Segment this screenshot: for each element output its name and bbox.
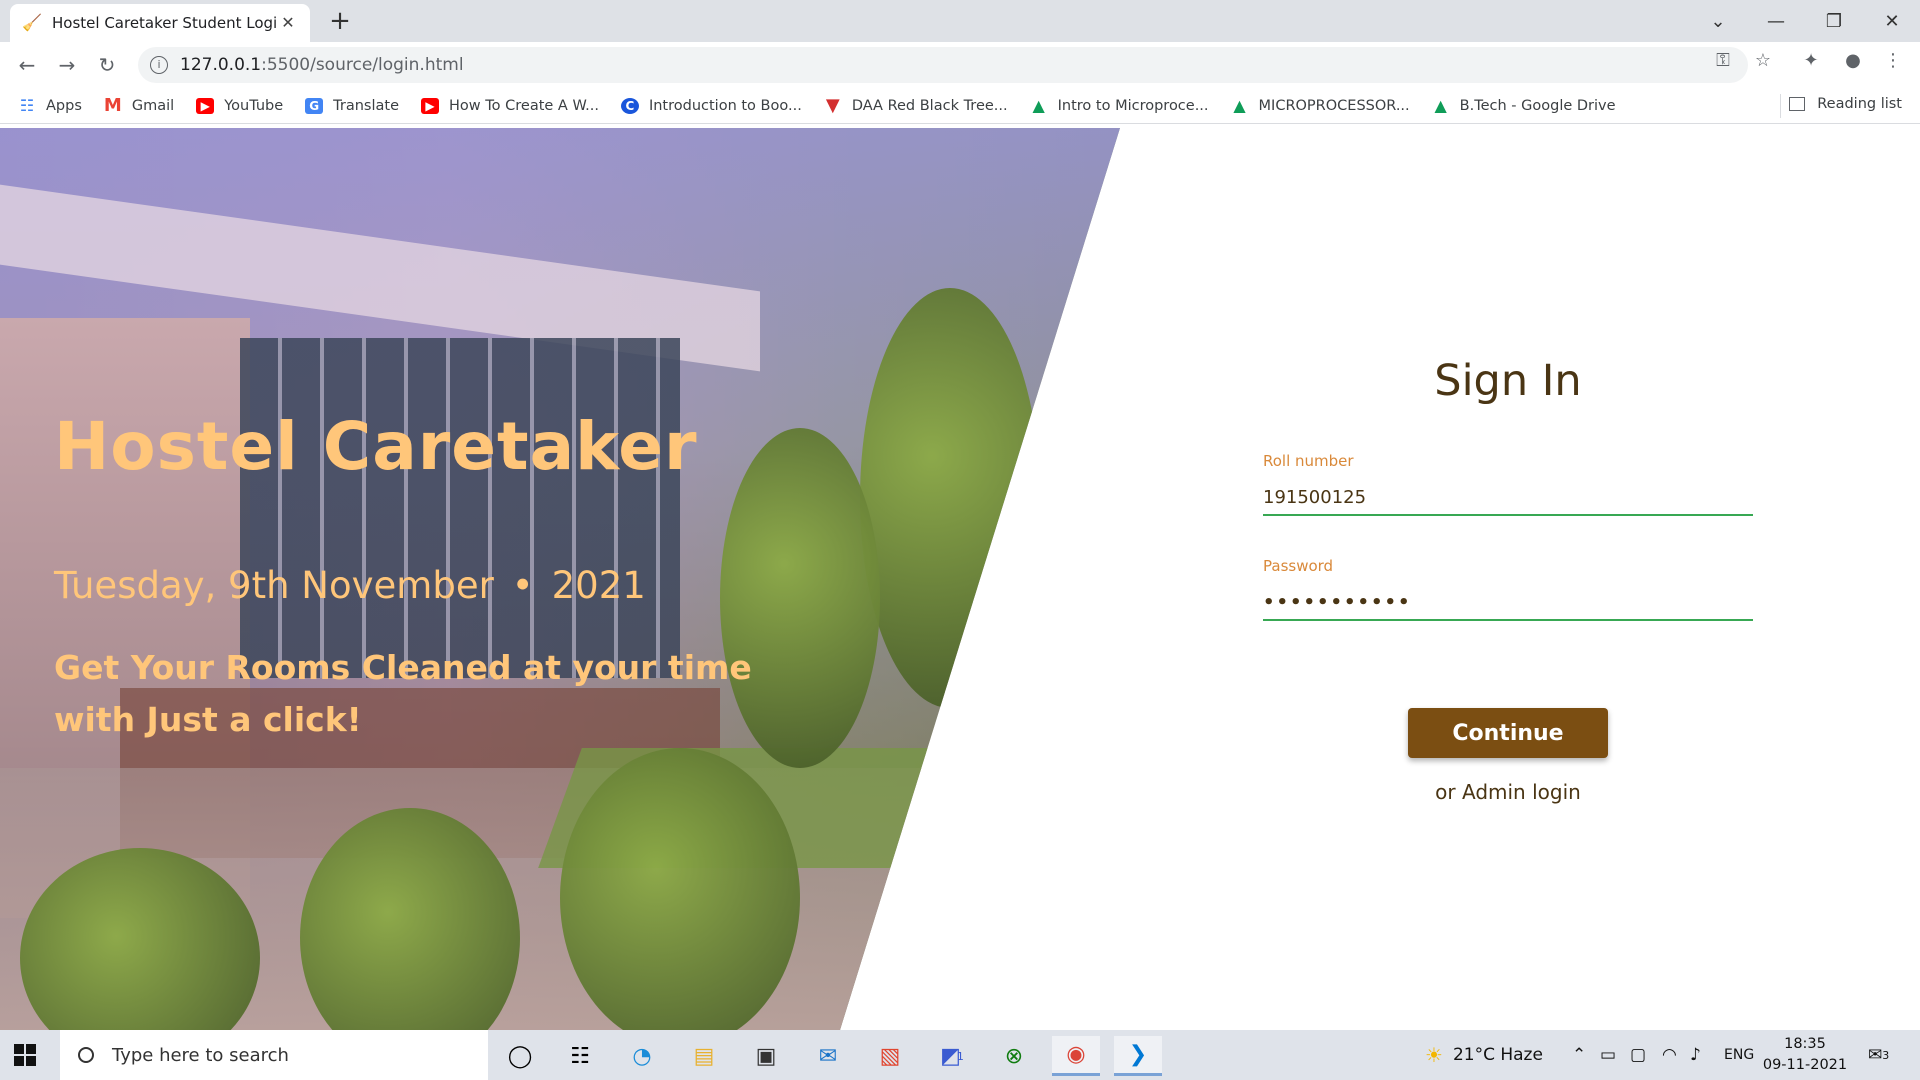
- broom-favicon-icon: 🧹: [22, 13, 42, 32]
- office-icon[interactable]: ▧: [866, 1036, 914, 1076]
- site-info-icon[interactable]: i: [150, 56, 168, 74]
- volume-icon[interactable]: ♪: [1690, 1030, 1701, 1080]
- roll-number-input[interactable]: [1263, 480, 1753, 516]
- forward-arrow-icon[interactable]: →: [52, 50, 82, 80]
- reading-list-icon: [1789, 97, 1806, 111]
- profile-avatar-icon[interactable]: ●: [1840, 50, 1866, 71]
- address-bar[interactable]: i 127.0.0.1:5500/source/login.html: [138, 47, 1748, 83]
- mail-icon[interactable]: ✉: [804, 1036, 852, 1076]
- taskbar-clock[interactable]: 18:35 09-11-2021: [1760, 1034, 1850, 1076]
- youtube-icon: ▶: [196, 97, 215, 114]
- c-logo-icon: C: [620, 97, 639, 114]
- browser-tab[interactable]: 🧹 Hostel Caretaker Student Login ✕: [10, 4, 310, 42]
- reload-icon[interactable]: ↻: [92, 50, 122, 80]
- reading-list-button[interactable]: Reading list: [1789, 96, 1902, 112]
- bookmark-translate[interactable]: G Translate: [305, 97, 399, 114]
- language-indicator[interactable]: ENG: [1724, 1030, 1754, 1080]
- windows-start-icon[interactable]: [14, 1044, 36, 1066]
- app-with-badge-icon[interactable]: ◩ 1: [928, 1036, 976, 1076]
- sign-in-form: Sign In Roll number Password Continue or…: [1263, 128, 1753, 1030]
- wifi-icon[interactable]: ◠: [1662, 1030, 1677, 1080]
- tree: [560, 748, 800, 1030]
- star-bookmark-icon[interactable]: ☆: [1750, 50, 1776, 71]
- weather-widget[interactable]: ☀ 21°C Haze: [1425, 1030, 1543, 1080]
- hero-tagline: Get Your Rooms Cleaned at your time with…: [54, 648, 752, 739]
- bookmark-how-to-create[interactable]: ▶ How To Create A W...: [421, 97, 599, 114]
- notification-center-icon[interactable]: ✉ 3: [1868, 1030, 1889, 1080]
- password-label: Password: [1263, 557, 1334, 575]
- url-text: 127.0.0.1:5500/source/login.html: [180, 55, 464, 75]
- password-input[interactable]: [1263, 585, 1753, 621]
- chrome-icon[interactable]: ◉: [1052, 1036, 1100, 1076]
- browser-toolbar: ← → ↻ i 127.0.0.1:5500/source/login.html…: [0, 42, 1920, 88]
- meet-now-icon[interactable]: ▢: [1630, 1030, 1646, 1080]
- building-glass-facade: [240, 338, 680, 678]
- hero-date: Tuesday, 9th November • 2021: [54, 564, 646, 607]
- back-arrow-icon[interactable]: ←: [12, 50, 42, 80]
- bookmark-youtube[interactable]: ▶ YouTube: [196, 97, 283, 114]
- bookmarks-separator: [1780, 94, 1781, 118]
- windows-taskbar: Type here to search ◯ ☷ ◔ ▤ ▣ ✉ ▧ ◩ 1 ⊗ ◉…: [0, 1030, 1920, 1080]
- bookmark-gmail[interactable]: M Gmail: [103, 95, 174, 116]
- google-drive-icon: ▲: [1434, 96, 1447, 115]
- sign-in-heading: Sign In: [1434, 356, 1582, 406]
- new-tab-button[interactable]: +: [326, 8, 354, 36]
- extensions-puzzle-icon[interactable]: ✦: [1798, 50, 1824, 71]
- key-icon[interactable]: ⚿: [1710, 50, 1736, 71]
- tab-close-icon[interactable]: ✕: [278, 13, 298, 33]
- bookmark-microprocessor[interactable]: ▲ MICROPROCESSOR...: [1231, 96, 1409, 115]
- minimize-button[interactable]: —: [1748, 0, 1804, 42]
- tab-title: Hostel Caretaker Student Login: [52, 14, 278, 32]
- battery-icon[interactable]: ▭: [1600, 1030, 1616, 1080]
- page-content: Hostel Caretaker Tuesday, 9th November • 2…: [0, 128, 1920, 1030]
- tab-search-chevron-icon[interactable]: ⌄: [1690, 0, 1746, 42]
- translate-icon: G: [305, 97, 324, 114]
- tall-tree: [860, 288, 1040, 708]
- bookmark-btech-drive[interactable]: ▲ B.Tech - Google Drive: [1432, 96, 1616, 115]
- microsoft-store-icon[interactable]: ▣: [742, 1036, 790, 1076]
- search-icon: [78, 1047, 94, 1063]
- bookmark-apps[interactable]: ☷ Apps: [18, 96, 82, 115]
- apps-grid-icon: ☷: [19, 96, 35, 115]
- bookmark-intro-microprocessor[interactable]: ▲ Intro to Microproce...: [1030, 96, 1208, 115]
- youtube-icon: ▶: [421, 97, 440, 114]
- bookmark-daa-rbt[interactable]: ▼ DAA Red Black Tree...: [824, 95, 1008, 116]
- tray-chevron-up-icon[interactable]: ⌃: [1572, 1030, 1586, 1080]
- close-window-button[interactable]: ✕: [1864, 0, 1920, 42]
- sun-haze-icon: ☀: [1425, 1043, 1443, 1067]
- google-drive-icon: ▲: [1032, 96, 1045, 115]
- browser-tab-strip: 🧹 Hostel Caretaker Student Login ✕ + ⌄ —…: [0, 0, 1920, 42]
- vscode-icon[interactable]: ❯: [1114, 1036, 1162, 1076]
- red-triangle-icon: ▼: [825, 95, 840, 116]
- xbox-icon[interactable]: ⊗: [990, 1036, 1038, 1076]
- taskbar-search-box[interactable]: Type here to search: [60, 1030, 488, 1080]
- task-view-icon[interactable]: ☷: [556, 1036, 604, 1076]
- hero-title: Hostel Caretaker: [54, 408, 698, 485]
- file-explorer-icon[interactable]: ▤: [680, 1036, 728, 1076]
- gmail-icon: M: [103, 95, 122, 116]
- hero-image-panel: Hostel Caretaker Tuesday, 9th November • 2…: [0, 128, 1120, 1030]
- bookmarks-bar: ☷ Apps M Gmail ▶ YouTube G Translate ▶ How To…: [0, 88, 1920, 124]
- edge-browser-icon[interactable]: ◔: [618, 1036, 666, 1076]
- continue-button[interactable]: Continue: [1408, 708, 1608, 758]
- admin-login-link[interactable]: or Admin login: [1263, 780, 1753, 804]
- cortana-circle-icon[interactable]: ◯: [496, 1036, 544, 1076]
- menu-kebab-icon[interactable]: ⋮: [1880, 50, 1906, 71]
- roll-number-label: Roll number: [1263, 452, 1354, 470]
- google-drive-icon: ▲: [1233, 96, 1246, 115]
- restore-button[interactable]: ❐: [1806, 0, 1862, 42]
- bookmark-intro-boolean[interactable]: C Introduction to Boo...: [620, 97, 802, 114]
